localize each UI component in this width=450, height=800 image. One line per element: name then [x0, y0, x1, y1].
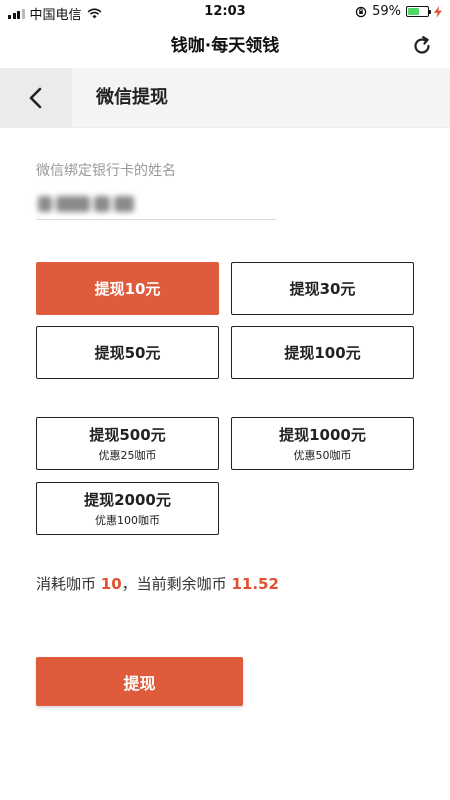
status-left: 中国电信: [8, 4, 102, 23]
chevron-left-icon: [29, 87, 42, 109]
page-title: 微信提现: [96, 87, 168, 108]
balance-label: ，当前剩余咖币: [121, 575, 227, 593]
option-withdraw-50[interactable]: 提现50元: [36, 326, 219, 379]
battery-icon: [406, 6, 431, 17]
name-input[interactable]: [36, 190, 276, 220]
option-label: 提现30元: [289, 280, 356, 298]
option-discount: 优惠25咖币: [98, 449, 157, 462]
battery-percent: 59%: [372, 4, 401, 19]
battery-level: [408, 8, 419, 15]
coin-summary: 消耗咖币 10，当前剩余咖币 11.52: [36, 573, 279, 594]
balance-value: 11.52: [231, 575, 279, 593]
option-withdraw-500[interactable]: 提现500元 优惠25咖币: [36, 417, 219, 470]
option-withdraw-2000[interactable]: 提现2000元 优惠100咖币: [36, 482, 219, 535]
back-button[interactable]: [0, 68, 72, 128]
consume-value: 10: [100, 575, 122, 593]
option-label: 提现2000元: [84, 491, 171, 509]
app-header: 钱咖·每天领钱: [0, 24, 450, 68]
option-label: 提现100元: [284, 344, 361, 362]
option-label: 提现500元: [89, 426, 166, 444]
option-label: 提现1000元: [279, 426, 366, 444]
option-withdraw-1000[interactable]: 提现1000元 优惠50咖币: [231, 417, 414, 470]
name-field-label: 微信绑定银行卡的姓名: [36, 163, 176, 179]
carrier-name: 中国电信: [29, 8, 82, 23]
withdraw-submit-button[interactable]: 提现: [36, 657, 243, 706]
sub-header: 微信提现: [0, 68, 450, 128]
status-right: 59%: [355, 4, 442, 19]
signal-icon: [8, 8, 25, 19]
charging-icon: [434, 5, 442, 18]
status-bar: 中国电信 12:03 59%: [0, 0, 450, 24]
option-label: 提现50元: [94, 344, 161, 362]
option-withdraw-100[interactable]: 提现100元: [231, 326, 414, 379]
app-title: 钱咖·每天领钱: [170, 36, 280, 56]
option-discount: 优惠100咖币: [95, 514, 160, 527]
wifi-icon: [87, 8, 101, 19]
orientation-lock-icon: [355, 6, 367, 17]
consume-label: 消耗咖币: [36, 575, 97, 593]
option-discount: 优惠50咖币: [293, 449, 352, 462]
refresh-icon[interactable]: [410, 34, 434, 58]
option-label: 提现10元: [94, 280, 161, 298]
option-withdraw-10[interactable]: 提现10元: [36, 262, 219, 315]
option-withdraw-30[interactable]: 提现30元: [231, 262, 414, 315]
